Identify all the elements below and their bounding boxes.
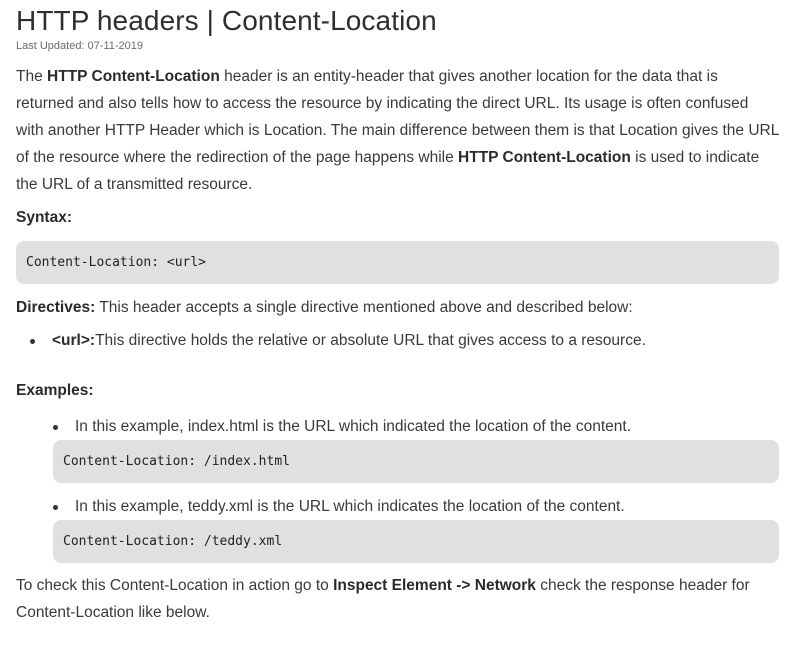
syntax-code: Content-Location: <url>	[26, 255, 207, 270]
intro-text-1: The	[16, 68, 48, 85]
directive-description: This directive holds the relative or abs…	[95, 332, 646, 349]
syntax-heading: Syntax:	[16, 209, 72, 226]
directive-list: <url>:This directive holds the relative …	[16, 331, 779, 351]
intro-paragraph: The HTTP Content-Location header is an e…	[16, 63, 779, 198]
page-title: HTTP headers | Content-Location	[16, 5, 437, 36]
list-item: In this example, teddy.xml is the URL wh…	[16, 497, 779, 563]
directives-heading: Directives:	[16, 299, 96, 316]
syntax-code-block[interactable]: Content-Location: <url>	[16, 241, 779, 284]
example-code: Content-Location: /teddy.xml	[63, 534, 283, 549]
outro-paragraph: To check this Content-Location in action…	[16, 572, 779, 626]
examples-list: In this example, index.html is the URL w…	[16, 417, 779, 563]
examples-heading: Examples:	[16, 382, 94, 399]
list-item: <url>:This directive holds the relative …	[16, 331, 779, 351]
intro-bold-2: HTTP Content-Location	[458, 149, 631, 166]
directives-text: This header accepts a single directive m…	[95, 299, 633, 316]
example-text: In this example, teddy.xml is the URL wh…	[53, 497, 779, 517]
last-updated-date: Last Updated: 07-11-2019	[16, 40, 143, 52]
list-item: In this example, index.html is the URL w…	[16, 417, 779, 483]
outro-text-1: To check this Content-Location in action…	[16, 577, 334, 594]
outro-bold: Inspect Element -> Network	[333, 577, 536, 594]
article: HTTP headers | Content-Location Last Upd…	[0, 0, 805, 648]
directive-name: <url>:	[52, 332, 96, 349]
intro-bold-1: HTTP Content-Location	[47, 68, 220, 85]
example-text: In this example, index.html is the URL w…	[53, 417, 779, 437]
example-code-block[interactable]: Content-Location: /teddy.xml	[53, 520, 779, 563]
directives-paragraph: Directives: This header accepts a single…	[16, 294, 779, 321]
example-code-block[interactable]: Content-Location: /index.html	[53, 440, 779, 483]
example-code: Content-Location: /index.html	[63, 454, 290, 469]
